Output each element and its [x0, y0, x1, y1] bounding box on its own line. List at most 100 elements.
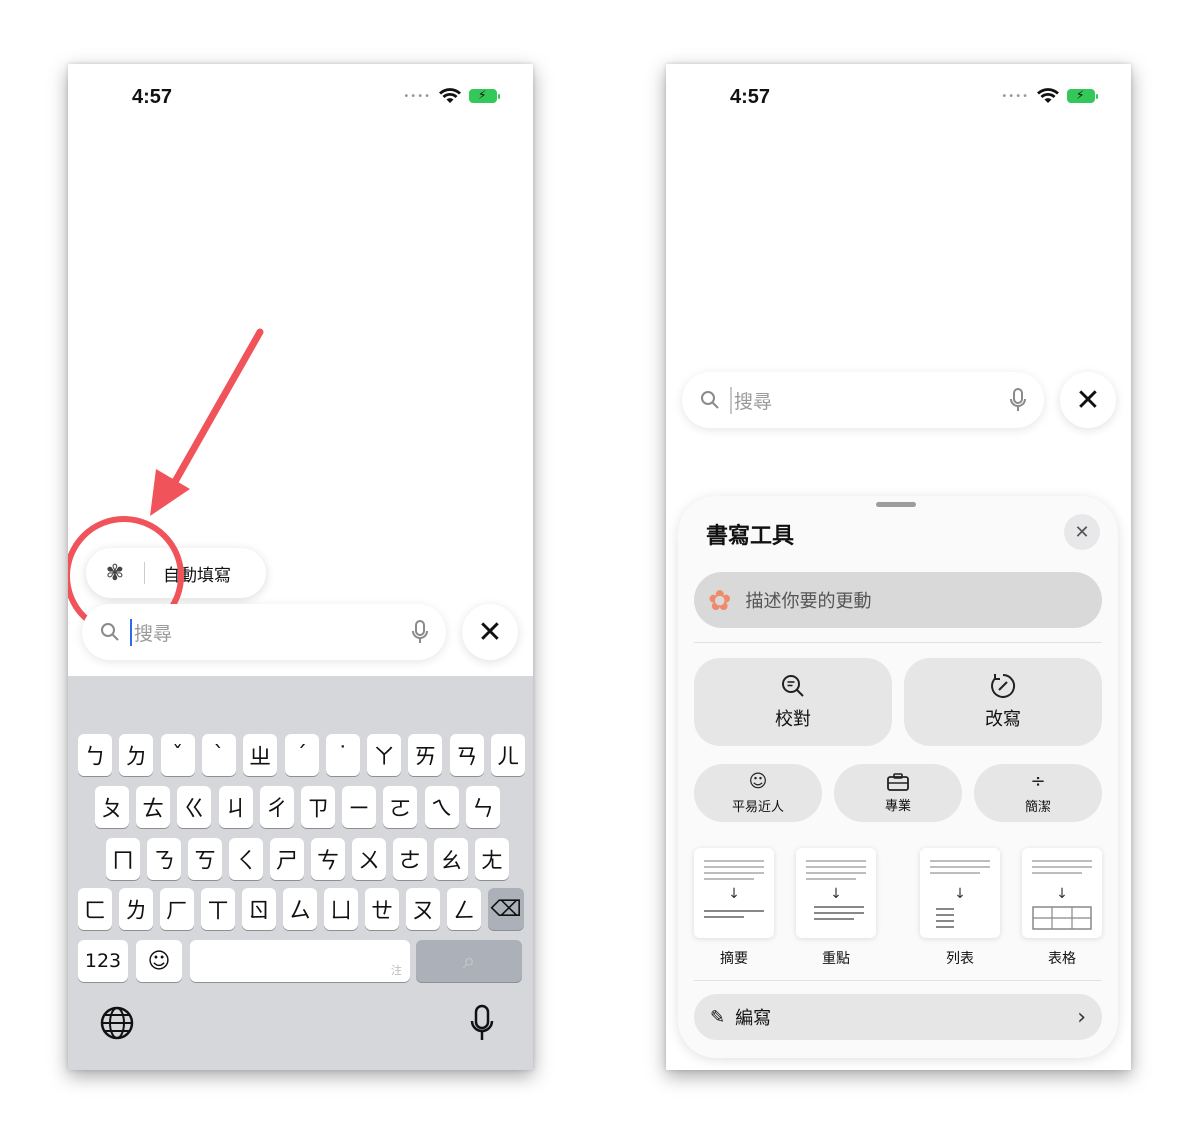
professional-button[interactable]: 專業 — [834, 764, 962, 822]
zhuyin-key[interactable]: ㄋ — [147, 838, 181, 880]
zhuyin-key[interactable]: ㄩ — [324, 888, 358, 930]
doc-line — [1032, 860, 1092, 862]
zhuyin-key[interactable]: ㄞ — [408, 734, 443, 776]
compose-label: 編寫 — [735, 1008, 772, 1029]
divider — [694, 642, 1102, 643]
table-card[interactable]: ↓ — [1022, 848, 1102, 938]
zhuyin-key[interactable]: ㄆ — [95, 786, 129, 828]
zhuyin-key[interactable]: ㄗ — [301, 786, 335, 828]
space-hint: 注 — [391, 964, 402, 977]
delete-key[interactable]: ⌫ — [488, 888, 524, 930]
zhuyin-key[interactable]: ㄕ — [270, 838, 304, 880]
zhuyin-key[interactable]: ㄔ — [259, 786, 294, 828]
down-arrow-icon: ↓ — [1056, 886, 1068, 902]
friendly-button[interactable]: ☺ 平易近人 — [694, 764, 822, 822]
summary-card[interactable]: ↓ — [694, 848, 774, 938]
zhuyin-key[interactable]: ㄘ — [311, 838, 345, 880]
rewrite-label: 改寫 — [985, 709, 1021, 730]
signal-dots-icon: •••• — [403, 90, 431, 102]
zhuyin-key[interactable]: ㄖ — [242, 888, 276, 930]
table-grid-icon — [1032, 906, 1092, 930]
zhuyin-key[interactable]: ㄉ — [119, 734, 154, 776]
concise-button[interactable]: ÷ 簡潔 — [974, 764, 1102, 822]
zhuyin-key[interactable]: ˋ — [201, 734, 236, 776]
zhuyin-key[interactable]: ㄈ — [78, 888, 112, 930]
zhuyin-key[interactable]: ㄧ — [342, 786, 377, 828]
smiley-icon: ☺ — [748, 770, 768, 792]
zhuyin-key[interactable]: ㄒ — [201, 888, 235, 930]
zhuyin-key[interactable]: ㄛ — [383, 786, 418, 828]
zhuyin-key[interactable]: ㄢ — [449, 734, 484, 776]
close-button[interactable]: ✕ — [1060, 372, 1116, 428]
zhuyin-key[interactable]: ㄊ — [136, 786, 171, 828]
zhuyin-key[interactable]: ㄐ — [218, 786, 253, 828]
key-points-card[interactable]: ↓ — [796, 848, 876, 938]
zhuyin-key[interactable]: ㄇ — [106, 838, 140, 880]
emoji-key[interactable]: ☺ — [136, 940, 182, 982]
zhuyin-key[interactable]: ㄡ — [406, 888, 440, 930]
zhuyin-key[interactable]: ˊ — [284, 734, 319, 776]
zhuyin-keyboard: ㄅㄉ ˇ ˋ ㄓ ˊ ˙ ㄚㄞㄢㄦㄆㄊㄍㄐㄔㄗㄧㄛㄟㄣㄇㄋㄎㄑㄕㄘㄨㄜㄠㄤㄈㄌㄏㄒㄖㄙㄩㄝㄡ… — [68, 676, 533, 1070]
sheet-title: 書寫工具 — [706, 524, 795, 549]
zhuyin-key[interactable]: ㄓ — [243, 734, 278, 776]
microphone-icon[interactable] — [412, 620, 428, 644]
close-icon: ✕ — [1074, 521, 1090, 543]
magnifier-text-icon — [782, 675, 804, 697]
search-placeholder: 搜尋 — [730, 386, 1010, 414]
numbers-key[interactable]: 123 — [78, 940, 128, 982]
zhuyin-key[interactable]: ㄣ — [465, 786, 500, 828]
search-key[interactable]: ⌕ — [416, 940, 522, 982]
summary-label: 摘要 — [720, 951, 748, 967]
battery-icon: ⚡ — [469, 88, 500, 103]
zhuyin-key[interactable]: ㄎ — [188, 838, 222, 880]
search-field[interactable]: 搜尋 — [682, 372, 1044, 428]
doc-line — [936, 908, 954, 910]
zhuyin-key[interactable]: ˇ — [160, 734, 195, 776]
status-time: 4:57 — [730, 86, 771, 108]
zhuyin-key[interactable]: ㄍ — [177, 786, 212, 828]
zhuyin-key[interactable]: ㄟ — [424, 786, 459, 828]
proofread-label: 校對 — [775, 709, 811, 730]
zhuyin-key[interactable]: ㄑ — [229, 838, 263, 880]
search-field[interactable]: 搜尋 — [82, 604, 446, 660]
signal-dots-icon: •••• — [1001, 90, 1029, 102]
zhuyin-key[interactable]: ㄏ — [160, 888, 194, 930]
sheet-close-button[interactable]: ✕ — [1064, 514, 1100, 550]
zhuyin-key[interactable]: ㄌ — [119, 888, 153, 930]
doc-line — [806, 860, 866, 862]
close-button[interactable]: ✕ — [462, 604, 518, 660]
microphone-icon[interactable] — [1010, 388, 1026, 412]
doc-line — [704, 878, 754, 880]
zhuyin-key[interactable]: ㄚ — [367, 734, 402, 776]
sheet-grabber[interactable] — [876, 502, 916, 507]
proofread-button[interactable]: 校對 — [694, 658, 892, 746]
zhuyin-key[interactable]: ㄨ — [352, 838, 386, 880]
doc-line — [1032, 872, 1082, 874]
space-key[interactable]: 注 — [190, 940, 410, 982]
apple-intelligence-icon: ✿ — [708, 583, 732, 617]
zhuyin-key[interactable]: ㄝ — [365, 888, 399, 930]
zhuyin-key[interactable]: ㄅ — [78, 734, 112, 776]
doc-line — [806, 872, 866, 874]
rewrite-button[interactable]: 改寫 — [904, 658, 1102, 746]
zhuyin-key[interactable]: ㄜ — [393, 838, 427, 880]
describe-change-input[interactable]: ✿ 描述你要的更動 — [694, 572, 1102, 628]
zhuyin-key[interactable]: ㄦ — [491, 734, 525, 776]
professional-label: 專業 — [884, 798, 911, 814]
compose-button[interactable]: ✎ 編寫 › — [694, 994, 1102, 1040]
doc-line — [814, 906, 864, 908]
zhuyin-key[interactable]: ㄥ — [447, 888, 481, 930]
zhuyin-key[interactable]: ㄙ — [283, 888, 317, 930]
close-icon: ✕ — [477, 614, 503, 650]
list-card[interactable]: ↓ — [920, 848, 1000, 938]
zhuyin-key[interactable]: ㄤ — [475, 838, 509, 880]
doc-line — [806, 878, 856, 880]
doc-line — [936, 914, 954, 916]
down-arrow-icon: ↓ — [728, 886, 740, 902]
concise-label: 簡潔 — [1024, 799, 1051, 815]
list-label: 列表 — [946, 951, 974, 967]
dictation-microphone-icon[interactable] — [470, 1004, 494, 1042]
zhuyin-key[interactable]: ˙ — [325, 734, 360, 776]
zhuyin-key[interactable]: ㄠ — [434, 838, 468, 880]
globe-icon[interactable] — [100, 1006, 134, 1040]
